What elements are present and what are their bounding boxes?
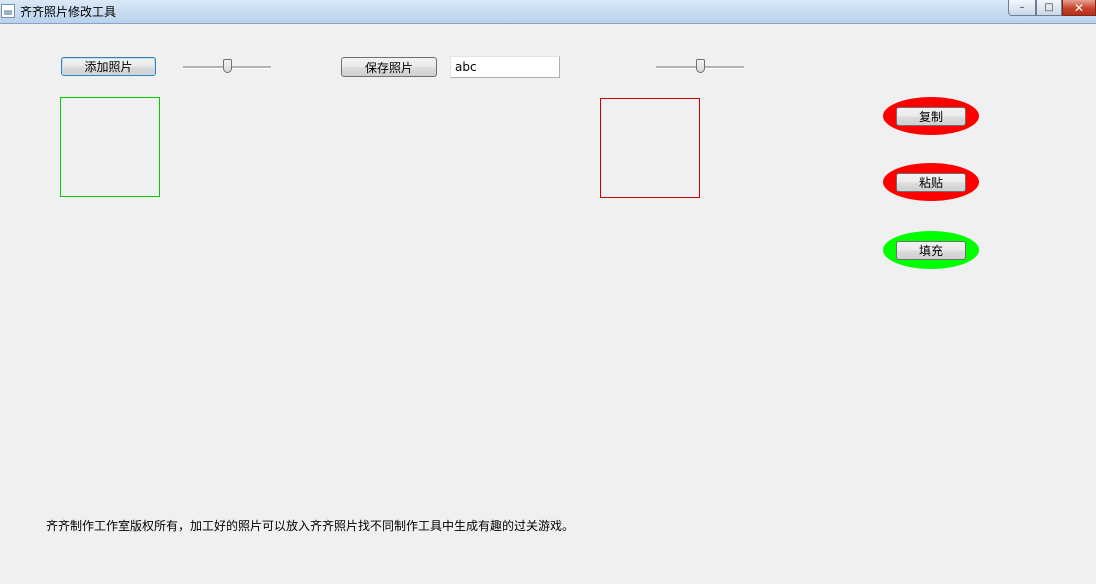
paste-button[interactable]: 粘贴 xyxy=(896,172,966,192)
left-slider[interactable] xyxy=(183,57,271,77)
save-photo-button[interactable]: 保存照片 xyxy=(341,57,437,77)
minimize-button[interactable]: – xyxy=(1008,0,1036,16)
fill-button[interactable]: 填充 xyxy=(896,240,966,260)
right-slider-thumb[interactable] xyxy=(696,59,705,73)
maximize-button[interactable]: □ xyxy=(1036,0,1062,16)
close-button[interactable]: ✕ xyxy=(1062,0,1096,16)
app-icon xyxy=(1,4,15,18)
paste-highlight: 粘贴 xyxy=(883,163,979,201)
left-slider-thumb[interactable] xyxy=(223,59,232,73)
filename-input[interactable]: abc xyxy=(450,56,560,78)
right-slider[interactable] xyxy=(656,57,744,77)
copyright-footer: 齐齐制作工作室版权所有，加工好的照片可以放入齐齐照片找不同制作工具中生成有趣的过… xyxy=(46,519,575,533)
window-title: 齐齐照片修改工具 xyxy=(20,5,117,19)
add-photo-button[interactable]: 添加照片 xyxy=(61,57,156,76)
fill-highlight: 填充 xyxy=(883,231,979,269)
copy-button[interactable]: 复制 xyxy=(896,106,966,126)
left-photo-frame[interactable] xyxy=(60,97,160,197)
copy-highlight: 复制 xyxy=(883,97,979,135)
title-bar: 齐齐照片修改工具 – □ ✕ xyxy=(0,0,1096,24)
right-photo-frame[interactable] xyxy=(600,98,700,198)
